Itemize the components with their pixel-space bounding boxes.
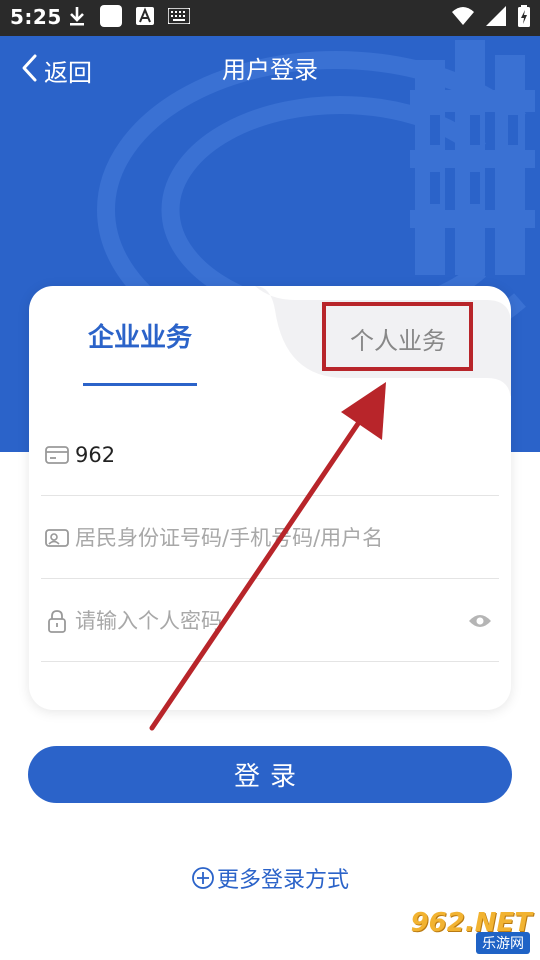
tab-enterprise[interactable]: 企业业务 [83,318,197,358]
login-card: 企业业务 个人业务 [29,286,511,710]
login-button[interactable]: 登录 [28,746,512,803]
watermark-sub: 乐游网 [476,932,530,954]
battery-icon [518,5,530,31]
status-bar: 5:25 [0,0,540,36]
status-time: 5:25 [10,5,62,29]
status-right-icons [452,5,530,31]
keyboard-icon [167,7,191,28]
account-input[interactable] [75,517,499,558]
card-icon [45,443,69,467]
password-input[interactable] [75,600,465,641]
signal-icon [486,6,506,30]
password-field [41,580,499,662]
lock-icon [45,609,69,633]
square-icon [100,5,122,31]
a-icon [136,7,154,29]
tab-active-indicator [83,383,197,386]
more-login-label: 更多登录方式 [216,868,349,893]
id-card-icon [45,526,69,550]
site-watermark: 962.NET 乐游网 [398,908,532,954]
status-left-icons [66,5,191,31]
page-title: 用户登录 [222,56,318,84]
more-login-link[interactable]: 更多登录方式 [0,862,540,894]
tax-code-field [41,414,499,496]
annotation-highlight-box [322,302,473,371]
account-field [41,497,499,579]
plus-circle-icon [191,866,215,890]
eye-icon[interactable] [465,606,495,636]
download-icon [66,5,88,31]
wifi-icon [452,6,474,30]
tax-code-input[interactable] [75,434,499,475]
